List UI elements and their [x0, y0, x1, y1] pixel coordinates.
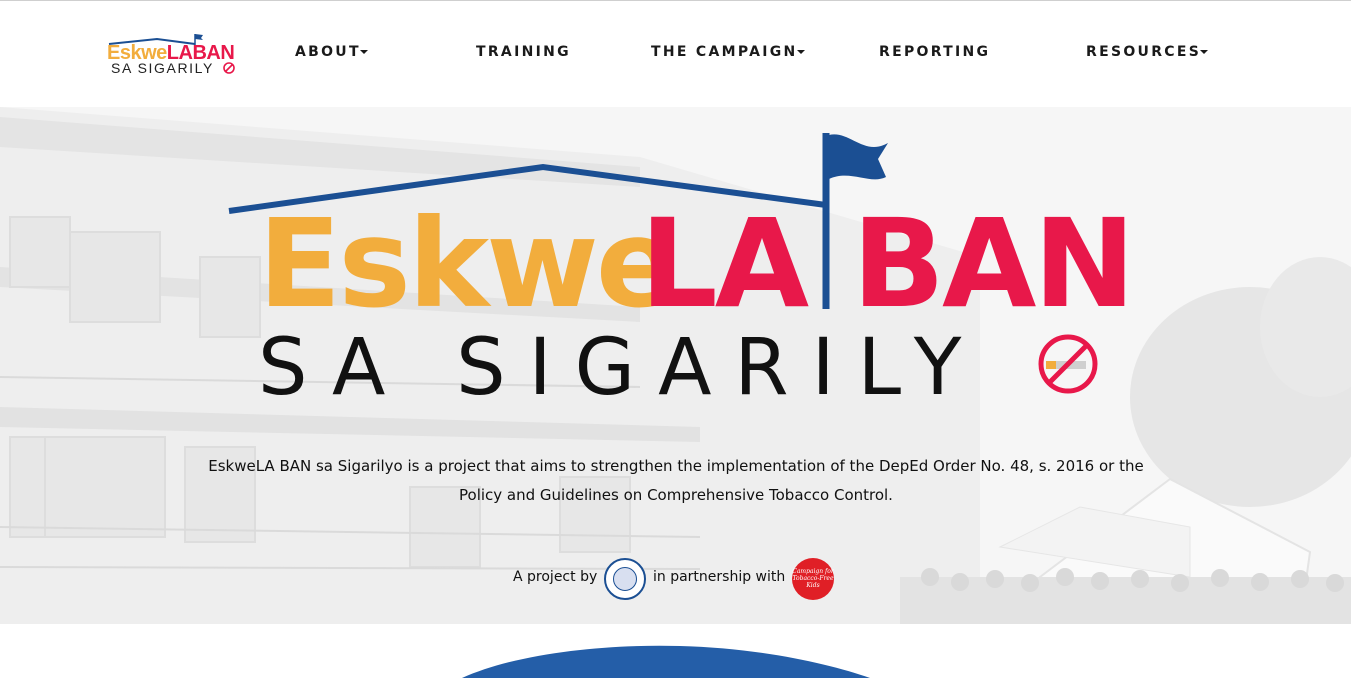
nav-the-campaign[interactable]: THE CAMPAIGN [651, 44, 805, 60]
hero-subtitle: SA SIGARILY [258, 323, 985, 413]
deped-seal-center [613, 567, 637, 591]
hero-title-la: LA [640, 193, 809, 335]
hero-description-line2: Policy and Guidelines on Comprehensive T… [459, 486, 893, 504]
logo-tagline: SA SIGARILY [111, 60, 214, 76]
caret-down-icon [796, 50, 805, 54]
flag-icon [829, 134, 888, 180]
hero-credits: A project by in partnership with Campaig… [0, 557, 1351, 600]
no-smoking-icon [1038, 334, 1098, 394]
nav-training[interactable]: TRAINING [476, 44, 571, 60]
hero-description-line1: EskweLA BAN sa Sigarilyo is a project th… [208, 457, 1144, 475]
deped-seal-icon[interactable] [604, 558, 646, 600]
ctfk-logo-icon[interactable]: Campaign for Tobacco-Free Kids [792, 558, 834, 600]
nav-resources[interactable]: RESOURCES [1086, 44, 1209, 60]
site-logo[interactable]: EskweLABAN SA SIGARILY [105, 33, 240, 77]
nav-about[interactable]: ABOUT [295, 44, 368, 60]
nav-reporting[interactable]: REPORTING [879, 44, 990, 60]
caret-down-icon [359, 50, 368, 54]
caret-down-icon [1200, 50, 1209, 54]
hero-logo: Eskwe LA BAN SA SIGARILY [0, 107, 1351, 624]
hero-section: Eskwe LA BAN SA SIGARILY EskweLA BAN sa … [0, 107, 1351, 624]
project-by-label: A project by [513, 569, 598, 585]
hero-title-eskwe: Eskwe [258, 193, 679, 335]
hero-title-ban: BAN [852, 193, 1136, 335]
blue-wave-shape [462, 645, 870, 678]
partnership-label: in partnership with [653, 569, 786, 585]
hero-description: EskweLA BAN sa Sigarilyo is a project th… [176, 452, 1176, 510]
site-header: EskweLABAN SA SIGARILY ABOUT TRAINING TH… [0, 1, 1351, 107]
ctfk-logo-text: Campaign for Tobacco-Free Kids [792, 568, 834, 589]
next-section [0, 624, 1351, 678]
